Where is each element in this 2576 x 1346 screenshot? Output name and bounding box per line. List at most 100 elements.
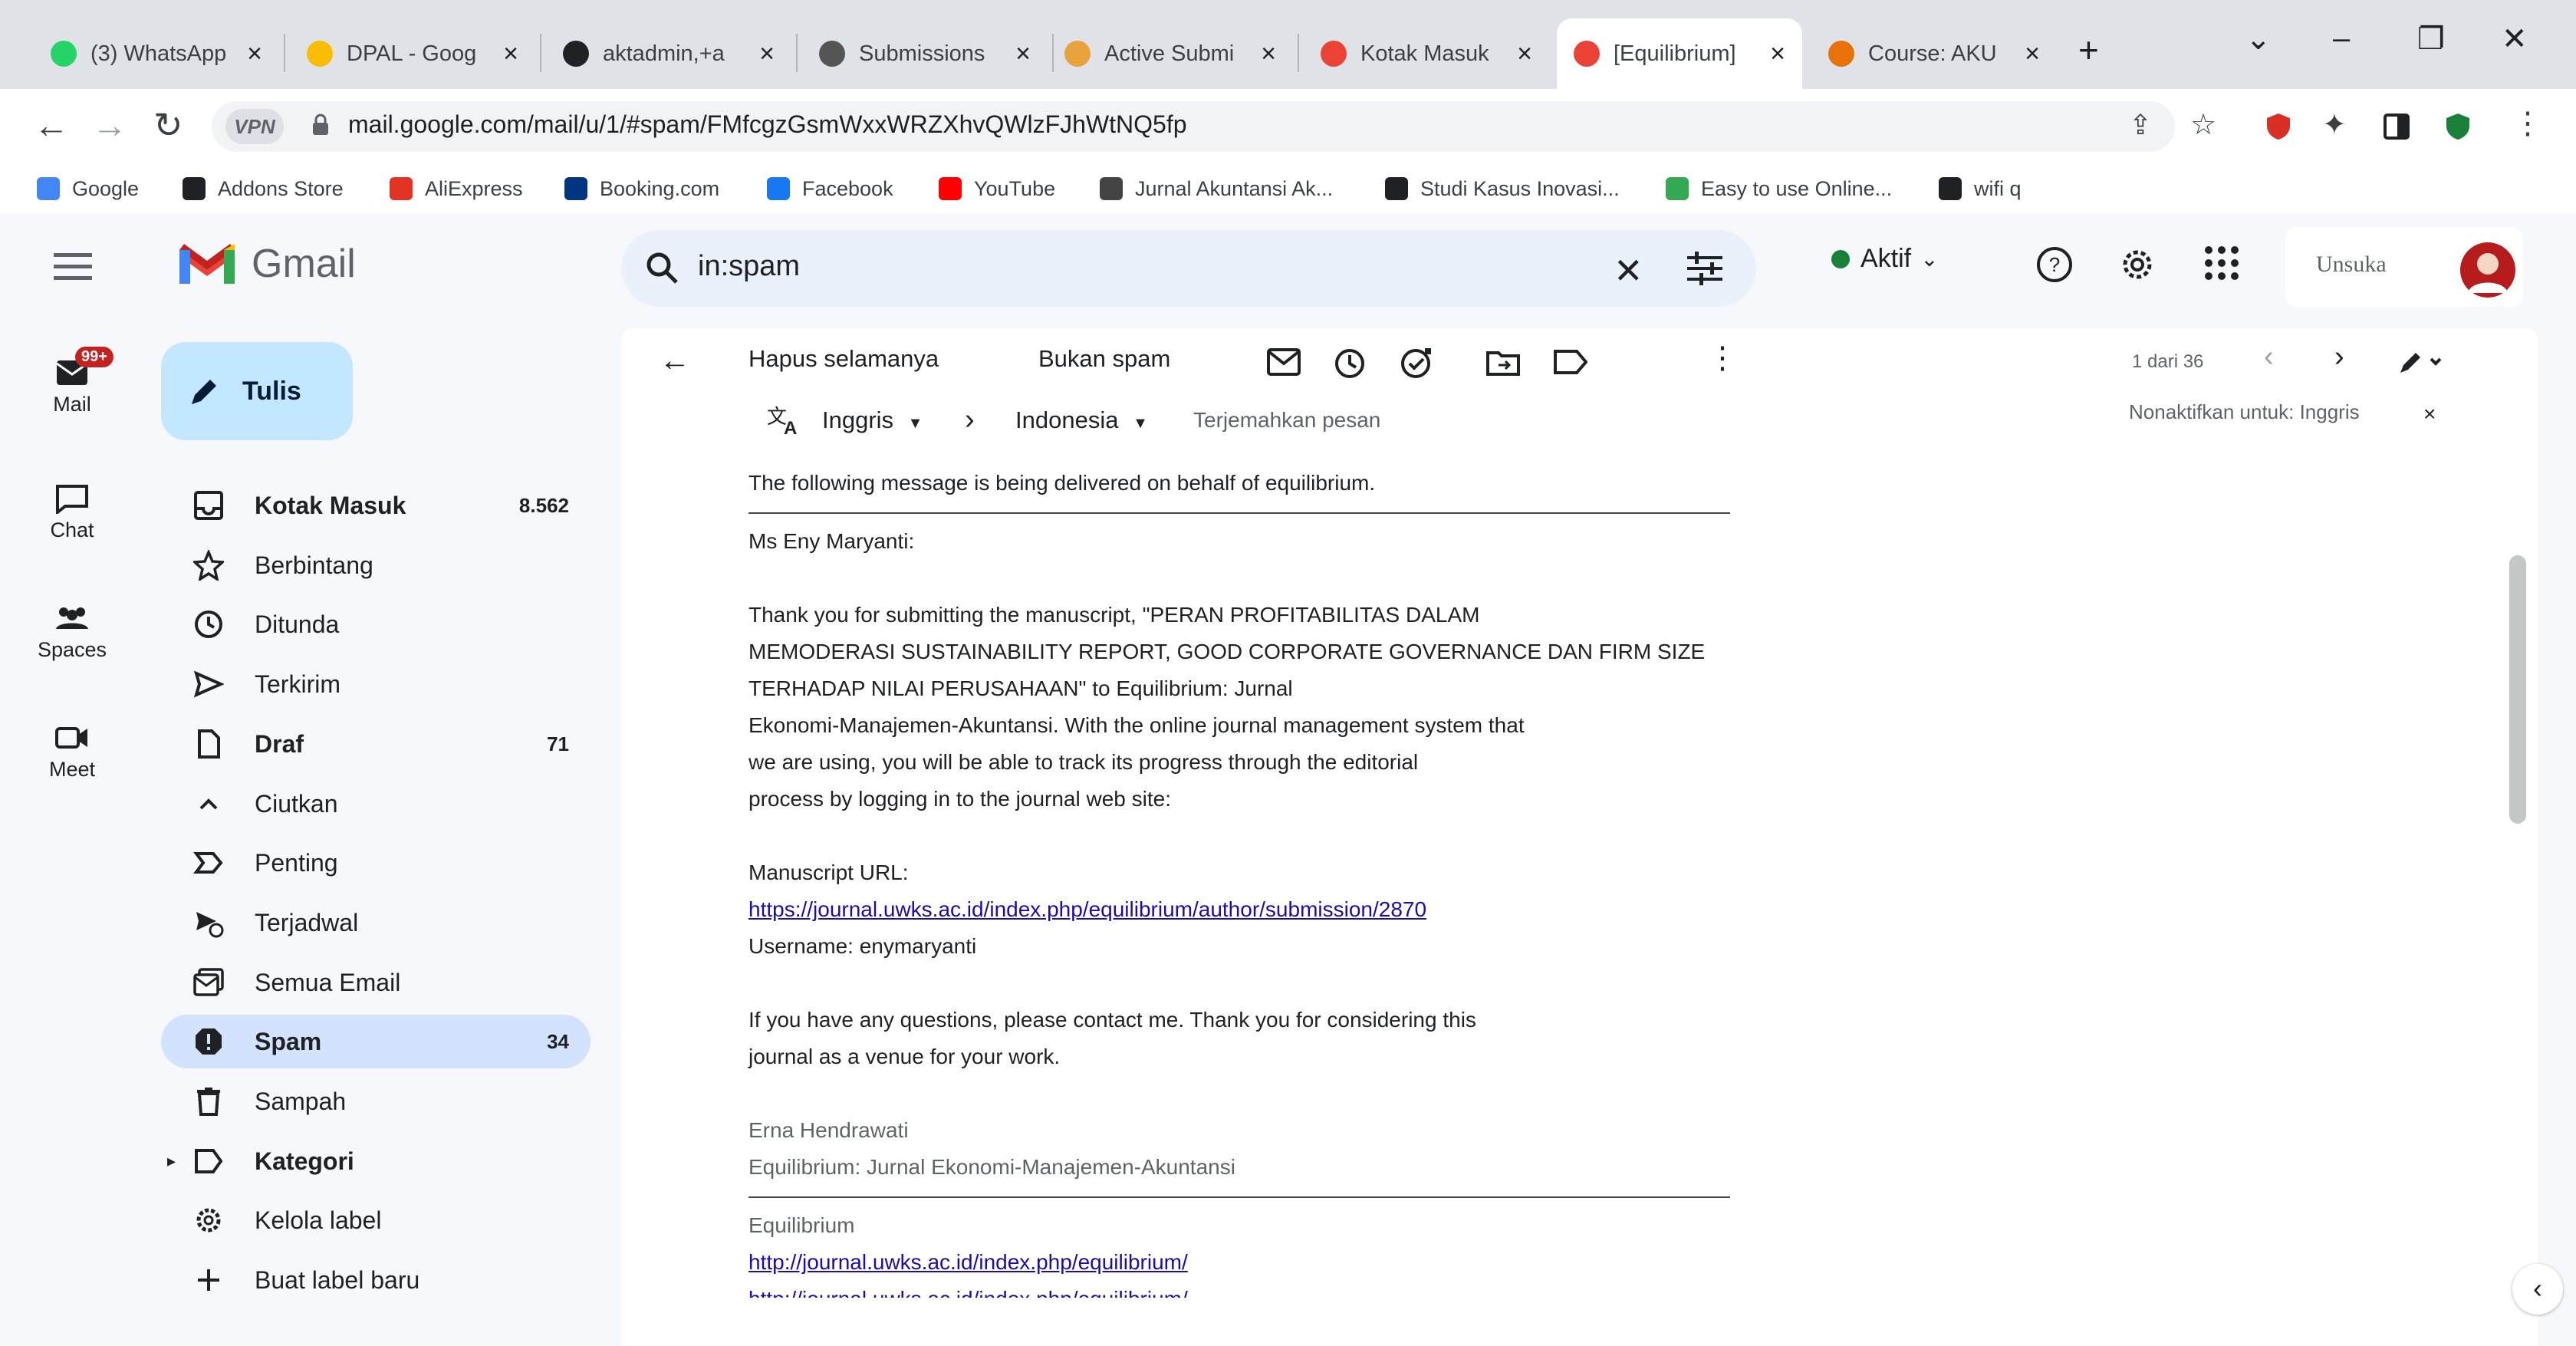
label-tag-icon[interactable] [1554,348,1587,376]
lock-icon[interactable] [311,114,330,137]
compose-button[interactable]: Tulis [161,342,353,440]
extensions-puzzle-icon[interactable]: ✦ [2322,107,2347,142]
settings-gear-icon[interactable] [2118,245,2157,284]
bookmark-item[interactable]: Facebook [767,172,893,206]
nav-item-buat-label-baru[interactable]: Buat label baru [161,1253,591,1307]
close-tab-icon[interactable]: × [1517,39,1532,69]
main-menu-icon[interactable] [54,252,92,282]
manuscript-url-link[interactable]: https://journal.uwks.ac.id/index.php/equ… [748,897,1426,921]
delete-forever-button[interactable]: Hapus selamanya [748,345,939,373]
back-to-list-icon[interactable]: ← [660,344,690,378]
message-scrollbar[interactable] [2509,555,2526,824]
nav-item-penting[interactable]: Penting [161,836,591,890]
search-input[interactable]: in:spam [698,250,800,283]
apps-grid-icon[interactable] [2204,245,2239,281]
rail-item-chat[interactable]: Chat [32,483,112,542]
bookmark-item[interactable]: Studi Kasus Inovasi... [1385,172,1620,206]
browser-tab[interactable]: Active Submi × [1048,18,1293,89]
url-text[interactable]: mail.google.com/mail/u/1/#spam/FMfcgzGsm… [348,110,1187,139]
source-language-select[interactable]: Inggris ▼ [822,406,923,434]
back-icon[interactable]: ← [34,104,69,146]
side-panel-icon[interactable] [2384,114,2410,140]
rail-item-meet[interactable]: Meet [32,722,112,782]
close-tab-icon[interactable]: × [1015,39,1031,69]
nav-item-kelola-label[interactable]: Kelola label [161,1193,591,1247]
browser-tab[interactable]: [Equilibrium] × [1557,18,1802,89]
help-icon[interactable]: ? [2035,245,2074,284]
browser-tab[interactable]: Kotak Masuk × [1304,18,1549,89]
extension-shield-icon[interactable] [2265,112,2291,141]
target-language-select[interactable]: Indonesia ▼ [1015,406,1148,434]
footer-journal-link[interactable]: http://journal.uwks.ac.id/index.php/equi… [748,1250,1188,1274]
browser-tab[interactable]: DPAL - Goog × [290,18,535,89]
older-message-icon[interactable]: › [2334,341,2344,374]
input-tools-icon[interactable] [2397,348,2443,376]
omnibox[interactable]: VPN mail.google.com/mail/u/1/#spam/FMfcg… [212,101,2175,152]
clear-search-icon[interactable]: ✕ [1614,250,1643,291]
nav-item-berbintang[interactable]: Berbintang [161,538,591,592]
search-bar[interactable]: in:spam ✕ [621,230,1756,307]
vpn-badge[interactable]: VPN [225,109,284,144]
tab-search-icon[interactable]: ⌄ [2245,21,2272,57]
side-panel-toggle-icon[interactable]: ‹ [2512,1264,2563,1315]
newer-message-icon[interactable]: ‹ [2264,341,2274,374]
reload-icon[interactable]: ↻ [153,104,183,146]
close-tab-icon[interactable]: × [2025,39,2040,69]
browser-tab[interactable]: (3) WhatsApp × [34,18,279,89]
bookmark-item[interactable]: Google [37,172,139,206]
restore-button[interactable]: ❐ [2417,21,2445,57]
browser-tab[interactable]: Course: AKU × [1811,18,2057,89]
browser-tab[interactable]: Submissions × [802,18,1048,89]
more-options-icon[interactable]: ⋮ [1707,341,1738,376]
bookmark-item[interactable]: Easy to use Online... [1666,172,1892,206]
bookmark-item[interactable]: YouTube [939,172,1055,206]
move-to-folder-icon[interactable] [1486,348,1520,376]
rail-item-spaces[interactable]: Spaces [32,603,112,662]
snooze-clock-icon[interactable] [1334,348,1365,379]
search-options-icon[interactable] [1687,252,1722,285]
share-icon[interactable]: ⇪ [2129,109,2152,141]
browser-menu-icon[interactable]: ⋮ [2512,106,2543,141]
close-tab-icon[interactable]: × [1261,39,1276,69]
nav-item-kategori[interactable]: ▸ Kategori [161,1134,591,1188]
nav-item-semua-email[interactable]: Semua Email [161,956,591,1009]
bookmark-item[interactable]: Jurnal Akuntansi Ak... [1100,172,1333,206]
close-tab-icon[interactable]: × [503,39,518,69]
nav-item-draf[interactable]: Draf 71 [161,717,591,771]
close-translation-icon[interactable]: × [2423,402,2436,426]
security-extension-icon[interactable] [2445,112,2471,141]
avatar[interactable] [2459,241,2517,299]
mark-unread-icon[interactable] [1267,348,1301,376]
nav-item-ditunda[interactable]: Ditunda [161,597,591,651]
nav-item-spam[interactable]: Spam 34 [161,1015,591,1068]
translate-message-link[interactable]: Terjemahkan pesan [1193,408,1380,433]
forward-icon[interactable]: → [92,104,127,146]
expand-caret-icon[interactable]: ▸ [167,1151,176,1171]
bookmark-item[interactable]: Booking.com [564,172,719,206]
gmail-logo[interactable]: Gmail [176,241,356,287]
account-switcher[interactable]: Unsuka [2285,227,2523,307]
disable-translate-link[interactable]: Nonaktifkan untuk: Inggris [2129,400,2360,424]
close-window-button[interactable]: ✕ [2502,21,2528,57]
nav-item-ciutkan[interactable]: Ciutkan [161,777,591,831]
bookmark-star-icon[interactable]: ☆ [2190,107,2216,142]
new-tab-button[interactable]: + [2078,29,2099,71]
minimize-button[interactable]: – [2333,21,2350,56]
footer-journal-link-cut[interactable]: http://journal.uwks.ac.id/index.php/equi… [748,1287,1188,1298]
nav-item-terjadwal[interactable]: Terjadwal [161,896,591,949]
nav-item-terkirim[interactable]: Terkirim [161,657,591,711]
close-tab-icon[interactable]: × [1770,39,1785,69]
rail-item-mail[interactable]: 99+ Mail [32,347,114,416]
not-spam-button[interactable]: Bukan spam [1038,345,1170,373]
nav-item-sampah[interactable]: Sampah [161,1074,591,1128]
browser-tab[interactable]: aktadmin,+a × [546,18,791,89]
bookmark-item[interactable]: Addons Store [183,172,344,206]
bookmark-item[interactable]: wifi q [1939,172,2022,206]
bookmark-item[interactable]: AliExpress [390,172,523,206]
close-tab-icon[interactable]: × [247,39,262,69]
close-tab-icon[interactable]: × [759,39,775,69]
status-selector[interactable]: Aktif ⌄ [1831,244,1939,274]
search-icon[interactable] [644,250,679,285]
add-task-icon[interactable] [1400,348,1433,379]
nav-item-kotak-masuk[interactable]: Kotak Masuk 8.562 [161,479,591,532]
